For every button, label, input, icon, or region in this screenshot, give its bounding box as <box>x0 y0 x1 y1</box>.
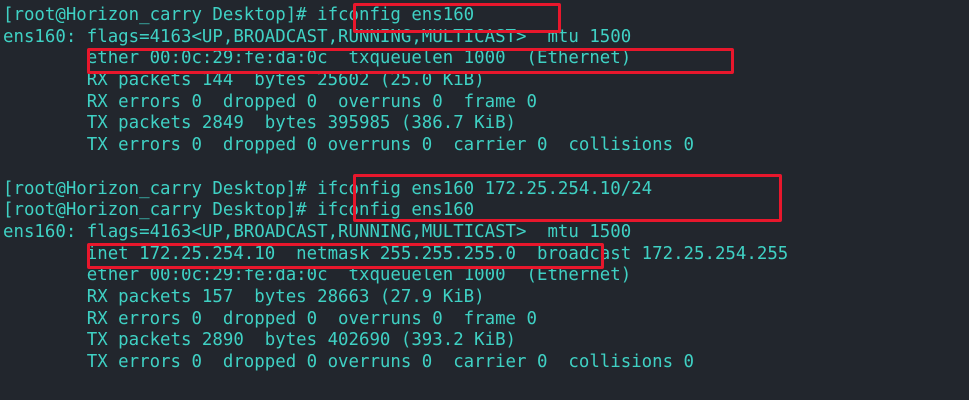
rx-packets-line: RX packets 157 bytes 28663 (27.9 KiB) <box>3 286 485 307</box>
terminal-line-11: ens160: flags=4163<UP,BROADCAST,RUNNING,… <box>0 222 969 244</box>
terminal-line-10: [root@Horizon_carry Desktop]# ifconfig e… <box>0 200 969 222</box>
tx-errors-line: TX errors 0 dropped 0 overruns 0 carrier… <box>3 352 695 372</box>
inet-line: inet 172.25.254.10 netmask 255.255.255.0… <box>3 243 789 264</box>
rx-packets-line: RX packets 144 bytes 25602 (25.0 KiB) <box>3 70 485 91</box>
ether-line: ether 00:0c:29:fe:da:0c txqueuelen 1000 … <box>3 265 632 286</box>
terminal-line-13: ether 00:0c:29:fe:da:0c txqueuelen 1000 … <box>0 265 969 287</box>
terminal-line-12: inet 172.25.254.10 netmask 255.255.255.0… <box>0 244 969 266</box>
terminal-line-14: RX packets 157 bytes 28663 (27.9 KiB) <box>0 287 969 309</box>
terminal-line-7: TX errors 0 dropped 0 overruns 0 carrier… <box>0 135 969 157</box>
terminal-line-16: TX packets 2890 bytes 402690 (393.2 KiB) <box>0 330 969 352</box>
rx-errors-line: RX errors 0 dropped 0 overruns 0 frame 0 <box>3 308 537 329</box>
command-prompt-line: [root@Horizon_carry Desktop]# ifconfig e… <box>3 178 653 199</box>
terminal-line-2: ens160: flags=4163<UP,BROADCAST,RUNNING,… <box>0 27 969 49</box>
tx-packets-line: TX packets 2849 bytes 395985 (386.7 KiB) <box>3 113 517 134</box>
terminal-line-8 <box>0 157 969 179</box>
terminal-window[interactable]: [root@Horizon_carry Desktop]# ifconfig e… <box>0 0 969 400</box>
interface-flags-line: ens160: flags=4163<UP,BROADCAST,RUNNING,… <box>3 26 632 47</box>
command-prompt-line: [root@Horizon_carry Desktop]# ifconfig e… <box>3 200 475 221</box>
terminal-line-6: TX packets 2849 bytes 395985 (386.7 KiB) <box>0 113 969 135</box>
terminal-line-15: RX errors 0 dropped 0 overruns 0 frame 0 <box>0 309 969 331</box>
terminal-line-3: ether 00:0c:29:fe:da:0c txqueuelen 1000 … <box>0 48 969 70</box>
terminal-line-1: [root@Horizon_carry Desktop]# ifconfig e… <box>0 5 969 27</box>
terminal-line-5: RX errors 0 dropped 0 overruns 0 frame 0 <box>0 92 969 114</box>
terminal-line-4: RX packets 144 bytes 25602 (25.0 KiB) <box>0 70 969 92</box>
interface-flags-line: ens160: flags=4163<UP,BROADCAST,RUNNING,… <box>3 221 632 242</box>
ether-line: ether 00:0c:29:fe:da:0c txqueuelen 1000 … <box>3 48 632 69</box>
rx-errors-line: RX errors 0 dropped 0 overruns 0 frame 0 <box>3 91 537 112</box>
tx-errors-line: TX errors 0 dropped 0 overruns 0 carrier… <box>3 135 695 156</box>
tx-packets-line: TX packets 2890 bytes 402690 (393.2 KiB) <box>3 330 517 351</box>
command-prompt-line: [root@Horizon_carry Desktop]# ifconfig e… <box>3 5 475 25</box>
terminal-line-9: [root@Horizon_carry Desktop]# ifconfig e… <box>0 179 969 201</box>
terminal-line-17: TX errors 0 dropped 0 overruns 0 carrier… <box>0 352 969 374</box>
